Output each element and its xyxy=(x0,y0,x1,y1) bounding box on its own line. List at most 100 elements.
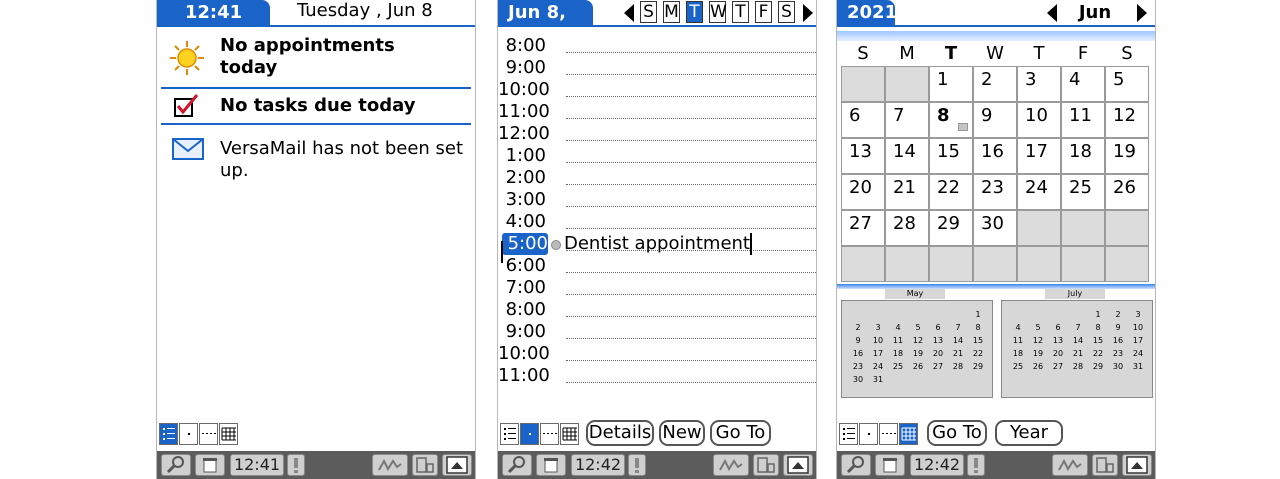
next-week-icon[interactable] xyxy=(801,3,815,27)
day-cell[interactable]: 24 xyxy=(1017,174,1061,210)
mini-day[interactable]: 18 xyxy=(1008,348,1028,360)
mini-day[interactable]: 20 xyxy=(1048,348,1068,360)
status-clock[interactable]: 12:42 xyxy=(571,454,625,476)
time-slot-line[interactable] xyxy=(566,96,816,98)
hour-label[interactable]: 3:00 xyxy=(498,189,546,211)
mini-day[interactable]: 13 xyxy=(1048,335,1068,347)
new-button[interactable]: New xyxy=(659,420,705,446)
time-slot-line[interactable] xyxy=(566,294,816,296)
day-view-icon[interactable] xyxy=(859,423,878,445)
mini-day[interactable]: 15 xyxy=(968,335,988,347)
mini-day[interactable]: 16 xyxy=(1108,335,1128,347)
day-cell[interactable]: 15 xyxy=(929,138,973,174)
day-cell[interactable]: 18 xyxy=(1061,138,1105,174)
mini-day[interactable]: 25 xyxy=(1008,361,1028,373)
mini-day[interactable]: 28 xyxy=(1068,361,1088,373)
mini-day[interactable]: 4 xyxy=(1008,322,1028,334)
time-slot-line[interactable] xyxy=(566,162,816,164)
mini-day[interactable]: 16 xyxy=(848,348,868,360)
day-cell[interactable]: 21 xyxy=(885,174,929,210)
status-clock[interactable]: 12:42 xyxy=(910,454,964,476)
day-cell[interactable]: 1 xyxy=(929,66,973,102)
menu-icon[interactable] xyxy=(195,454,225,476)
hour-label[interactable]: 8:00 xyxy=(498,299,546,321)
time-slot-line[interactable] xyxy=(566,272,816,274)
day-cell[interactable]: 13 xyxy=(841,138,885,174)
hour-label[interactable]: 10:00 xyxy=(498,343,550,365)
day-cell[interactable]: 11 xyxy=(1061,102,1105,138)
mini-day[interactable]: 8 xyxy=(1088,322,1108,334)
graffiti-icon[interactable] xyxy=(713,454,749,476)
time-slot-line[interactable] xyxy=(566,74,816,76)
event-text[interactable]: Dentist appointment xyxy=(564,233,752,255)
week-view-icon[interactable] xyxy=(540,423,559,445)
hour-label[interactable]: 2:00 xyxy=(498,167,546,189)
time-tab[interactable]: 12:41 pm xyxy=(157,0,270,48)
hour-label[interactable]: 9:00 xyxy=(498,321,546,343)
find-icon[interactable] xyxy=(841,454,871,476)
mini-day[interactable]: 30 xyxy=(1108,361,1128,373)
mini-day[interactable]: 26 xyxy=(908,361,928,373)
appointments-status[interactable]: No appointments today xyxy=(220,35,395,79)
mini-day[interactable]: 31 xyxy=(1128,361,1148,373)
mini-day[interactable]: 19 xyxy=(908,348,928,360)
day-view-icon[interactable] xyxy=(179,423,198,445)
menu-icon[interactable] xyxy=(536,454,566,476)
mini-day[interactable]: 10 xyxy=(868,335,888,347)
day-cell[interactable]: 30 xyxy=(973,210,1017,246)
mini-day[interactable]: 22 xyxy=(968,348,988,360)
mini-day[interactable]: 6 xyxy=(1048,322,1068,334)
mini-day[interactable]: 19 xyxy=(1028,348,1048,360)
time-slot-line[interactable] xyxy=(566,118,816,120)
mini-day[interactable]: 5 xyxy=(1028,322,1048,334)
mini-day[interactable]: 15 xyxy=(1088,335,1108,347)
weekday-button[interactable]: W xyxy=(709,1,727,23)
day-cell[interactable]: 3 xyxy=(1017,66,1061,102)
mini-day[interactable]: 7 xyxy=(1068,322,1088,334)
day-cell[interactable]: 12 xyxy=(1105,102,1149,138)
prev-month-icon[interactable] xyxy=(1045,3,1059,27)
week-view-icon[interactable] xyxy=(199,423,218,445)
mini-day[interactable]: 14 xyxy=(948,335,968,347)
date-tab[interactable]: Jun 8, 21 xyxy=(498,0,593,48)
mini-day[interactable]: 27 xyxy=(1048,361,1068,373)
mini-day[interactable]: 21 xyxy=(948,348,968,360)
mini-day[interactable]: 1 xyxy=(968,309,988,321)
hour-label[interactable]: 7:00 xyxy=(498,277,546,299)
year-button[interactable]: Year xyxy=(995,420,1063,446)
list-view-icon[interactable] xyxy=(500,423,519,445)
month-view-icon[interactable] xyxy=(899,423,918,445)
find-icon[interactable] xyxy=(161,454,191,476)
hour-label[interactable]: 12:00 xyxy=(498,123,550,145)
month-view-icon[interactable] xyxy=(560,423,579,445)
day-view-icon[interactable] xyxy=(520,423,539,445)
mini-day[interactable]: 6 xyxy=(928,322,948,334)
mini-day[interactable]: 31 xyxy=(868,374,888,386)
day-cell[interactable]: 26 xyxy=(1105,174,1149,210)
tasks-status[interactable]: No tasks due today xyxy=(220,95,415,117)
mini-day[interactable]: 13 xyxy=(928,335,948,347)
day-cell[interactable]: 8 xyxy=(929,102,973,138)
hour-label[interactable]: 11:00 xyxy=(498,101,550,123)
graffiti-icon[interactable] xyxy=(1052,454,1088,476)
time-slot-line[interactable] xyxy=(566,140,816,142)
mini-day[interactable]: 30 xyxy=(848,374,868,386)
mini-day[interactable]: 12 xyxy=(908,335,928,347)
mini-day[interactable]: 29 xyxy=(968,361,988,373)
graffiti-icon[interactable] xyxy=(372,454,408,476)
day-cell[interactable]: 4 xyxy=(1061,66,1105,102)
device-icon[interactable] xyxy=(412,454,438,476)
mini-day[interactable]: 28 xyxy=(948,361,968,373)
day-cell[interactable]: 19 xyxy=(1105,138,1149,174)
weekday-button[interactable]: F xyxy=(755,1,772,23)
mini-day[interactable]: 8 xyxy=(968,322,988,334)
device-icon[interactable] xyxy=(753,454,779,476)
fullscreen-icon[interactable] xyxy=(442,454,472,476)
status-clock[interactable]: 12:41 xyxy=(230,454,284,476)
mini-day[interactable]: 10 xyxy=(1128,322,1148,334)
mini-day[interactable]: 17 xyxy=(1128,335,1148,347)
time-slot-line[interactable] xyxy=(566,228,816,230)
day-cell[interactable]: 7 xyxy=(885,102,929,138)
day-cell[interactable]: 23 xyxy=(973,174,1017,210)
hour-label[interactable]: 4:00 xyxy=(498,211,546,233)
